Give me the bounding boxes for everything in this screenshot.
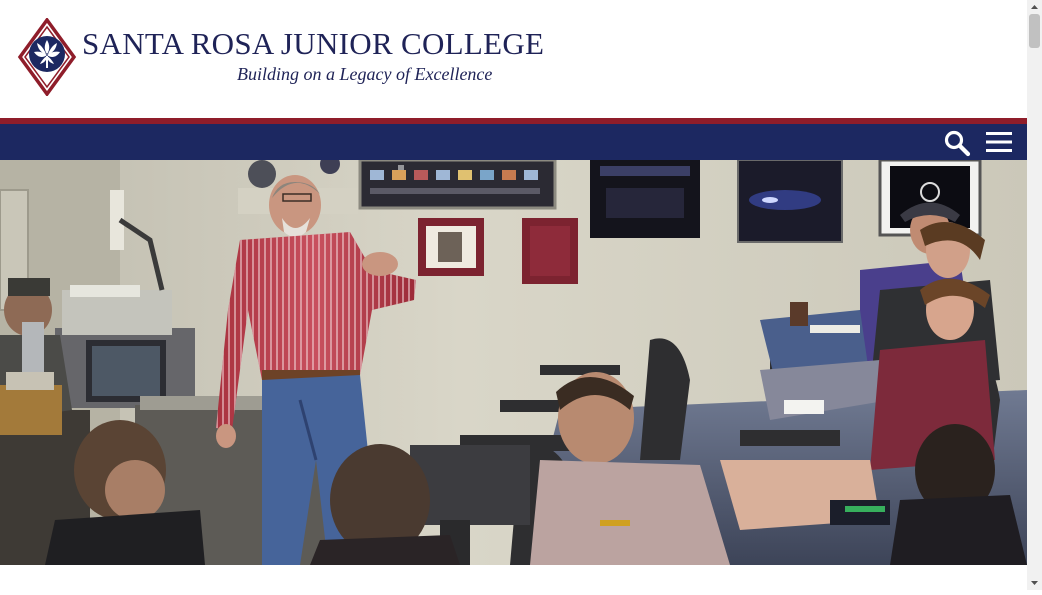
hero-classroom-photo	[0, 160, 1027, 565]
scrollbar-thumb[interactable]	[1029, 14, 1040, 48]
search-icon[interactable]	[943, 129, 971, 157]
college-tagline: Building on a Legacy of Excellence	[237, 64, 493, 84]
site-header: SANTA ROSA JUNIOR COLLEGE Building on a …	[0, 0, 1027, 118]
college-name[interactable]: SANTA ROSA JUNIOR COLLEGE	[82, 26, 544, 62]
scroll-up-arrow-icon[interactable]	[1027, 0, 1042, 14]
page: SANTA ROSA JUNIOR COLLEGE Building on a …	[0, 0, 1027, 590]
page-scrollbar[interactable]	[1027, 0, 1042, 590]
main-navigation-bar	[0, 124, 1027, 160]
scroll-down-arrow-icon[interactable]	[1027, 576, 1042, 590]
srjc-logo-icon[interactable]	[16, 17, 78, 97]
hamburger-menu-icon[interactable]	[985, 129, 1013, 155]
